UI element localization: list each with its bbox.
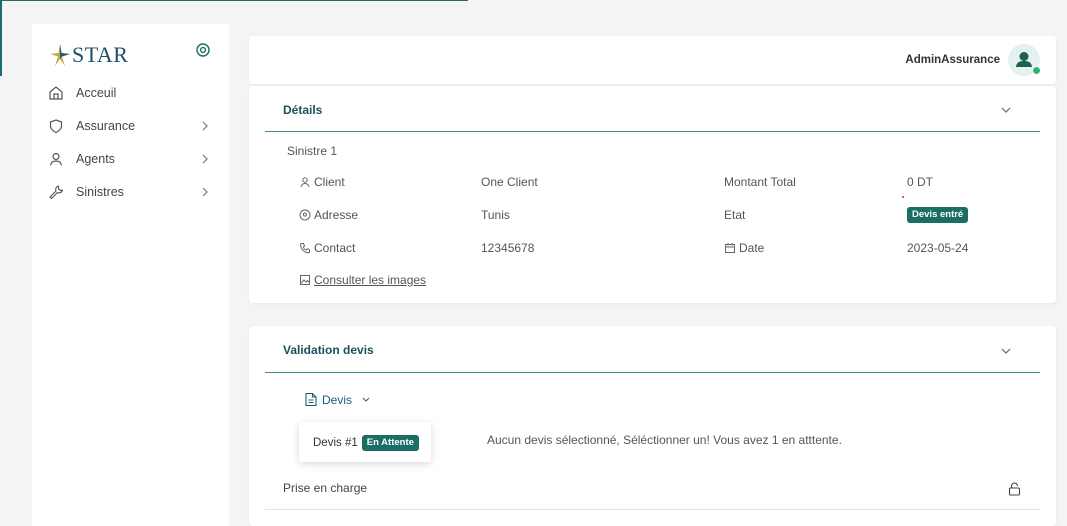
date-label: Date: [724, 241, 764, 255]
devis-dropdown-menu: Devis #1 En Attente: [299, 422, 431, 462]
prise-en-charge-label: Prise en charge: [283, 481, 368, 495]
row-divider: [265, 509, 1040, 510]
sidebar-item-sinistres[interactable]: Sinistres: [48, 183, 218, 201]
no-devis-message: Aucun devis sélectionné, Séléctionner un…: [487, 433, 842, 447]
devis-option[interactable]: Devis #1 En Attente: [313, 435, 419, 451]
contact-label-text: Contact: [314, 241, 356, 255]
sidebar-item-label: Sinistres: [76, 185, 124, 199]
window-left-accent-line: [0, 0, 2, 76]
phone-icon: [299, 243, 310, 254]
user-name[interactable]: AdminAssurance: [905, 54, 1000, 66]
validation-section: Validation devis Devis Devis #1 En Atten…: [249, 326, 1056, 526]
window-top-accent-line: [0, 0, 468, 1]
validation-divider: [265, 372, 1040, 373]
chevron-down-icon[interactable]: [1000, 346, 1012, 356]
date-label-text: Date: [739, 241, 765, 255]
user-icon: [49, 152, 63, 166]
details-title: Détails: [283, 103, 323, 117]
details-section: Détails Sinistre 1 Client One Client Adr…: [249, 86, 1056, 303]
star-logo[interactable]: STAR: [50, 44, 128, 66]
home-icon: [49, 86, 63, 100]
sidebar-item-label: Assurance: [76, 119, 136, 133]
client-value: One Client: [481, 175, 538, 189]
sidebar-collapse-button[interactable]: [195, 42, 211, 58]
radio-circle-icon: [196, 43, 210, 57]
address-label-text: Adresse: [314, 208, 359, 222]
pending-badge: En Attente: [361, 435, 419, 451]
chevron-right-icon: [202, 121, 208, 131]
devis-dropdown-button[interactable]: Devis: [304, 392, 376, 407]
top-header: AdminAssurance: [249, 36, 1056, 84]
lock-icon[interactable]: [1008, 482, 1021, 496]
image-icon: [300, 275, 310, 285]
sidebar: STAR Acceuil Assurance Agents Sinistres: [32, 24, 229, 526]
sidebar-item-label: Agents: [76, 152, 115, 166]
sinistre-name: Sinistre 1: [287, 144, 338, 158]
sidebar-item-agents[interactable]: Agents: [48, 150, 218, 168]
user-icon: [300, 177, 310, 188]
red-marker: [902, 196, 904, 198]
location-pin-icon: [299, 209, 311, 221]
chevron-down-icon: [362, 397, 370, 402]
calendar-icon: [725, 243, 735, 253]
date-value: 2023-05-24: [907, 241, 969, 255]
document-icon: [305, 392, 317, 407]
address-label: Adresse: [299, 208, 358, 222]
validation-title: Validation devis: [283, 343, 374, 357]
address-value: Tunis: [481, 208, 510, 222]
total-value: 0 DT: [907, 175, 934, 189]
sidebar-item-label: Acceuil: [76, 86, 117, 100]
chevron-down-icon[interactable]: [1000, 105, 1012, 115]
wrench-icon: [49, 185, 64, 200]
sidebar-item-assurance[interactable]: Assurance: [48, 117, 218, 135]
contact-label: Contact: [299, 241, 355, 255]
view-images-link[interactable]: Consulter les images: [299, 273, 426, 287]
contact-value: 12345678: [481, 241, 535, 255]
total-label: Montant Total: [724, 175, 796, 189]
view-images-text: Consulter les images: [314, 273, 427, 287]
state-badge: Devis entré: [907, 207, 969, 223]
chevron-right-icon: [202, 154, 208, 164]
devis-option-label: Devis #1: [313, 437, 358, 449]
shield-icon: [49, 119, 63, 134]
star-logo-icon: [50, 44, 70, 66]
details-divider: [265, 131, 1040, 132]
chevron-right-icon: [202, 187, 208, 197]
devis-button-label: Devis: [322, 392, 353, 407]
online-status-dot: [1032, 66, 1041, 75]
state-label: Etat: [724, 208, 746, 222]
client-label: Client: [299, 175, 345, 189]
logo-text: STAR: [72, 42, 129, 67]
sidebar-item-acceuil[interactable]: Acceuil: [48, 84, 218, 102]
avatar[interactable]: [1008, 44, 1041, 76]
client-label-text: Client: [314, 175, 345, 189]
